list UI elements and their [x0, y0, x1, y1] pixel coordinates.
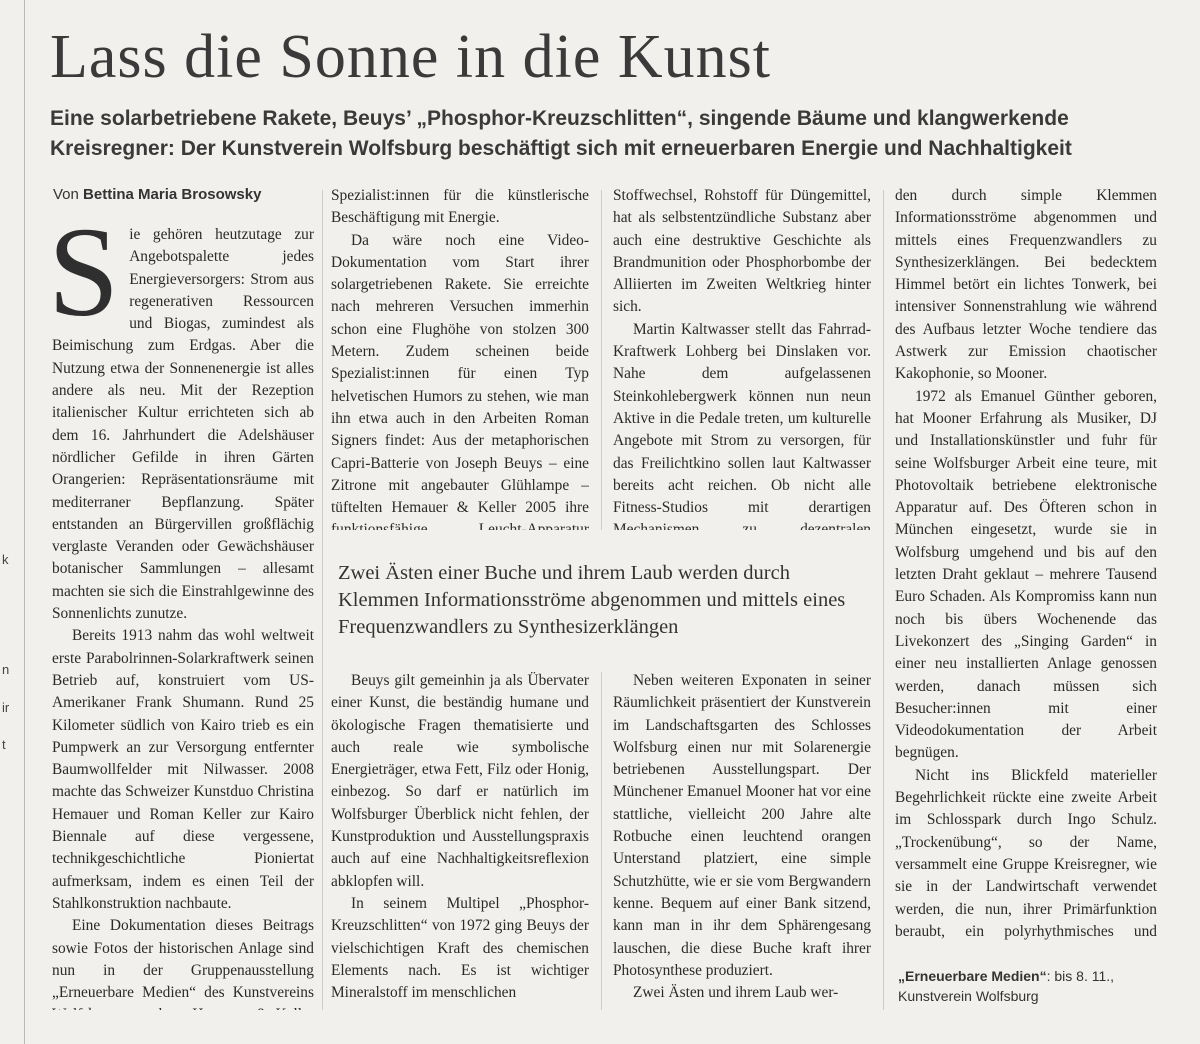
paragraph: Neben weiteren Exponaten in seiner Räuml…	[613, 672, 871, 979]
paragraph: Da wäre noch eine Video-Dokumentation vo…	[331, 231, 589, 530]
headline: Lass die Sonne in die Kunst	[50, 23, 771, 91]
paragraph: den durch simple Klemmen Informationsstr…	[895, 187, 1157, 383]
margin-fragment: n	[2, 662, 10, 677]
paragraph: Zwei Ästen und ihrem Laub wer-	[633, 984, 839, 1002]
exhibition-venue: Kunstverein Wolfsburg	[898, 988, 1039, 1004]
exhibition-dates: : bis 8. 11.,	[1046, 968, 1115, 984]
paragraph: Bereits 1913 nahm das wohl weltweit erst…	[52, 627, 314, 912]
column-rule-1	[322, 190, 323, 1010]
left-page-border	[24, 0, 25, 1044]
pull-quote: Zwei Ästen einer Buche und ihrem Laub we…	[338, 562, 846, 638]
paragraph: Eine Dokumentation dieses Beitrags sowie…	[52, 917, 314, 1010]
lead-paragraph: Sie gehören heutzutage zur Angebotspalet…	[52, 224, 314, 625]
paragraph: Spezialist:innen für die künstlerische B…	[331, 187, 589, 227]
article-column-3-top: Stoffwechsel, Rohstoff für Düngemittel, …	[613, 185, 871, 530]
paragraph: Beuys gilt gemeinhin ja als Übervater ei…	[331, 672, 589, 890]
margin-fragment: k	[2, 552, 9, 567]
margin-fragment: t	[2, 737, 6, 752]
column-rule-4	[601, 672, 602, 1010]
article-column-3-bottom: Neben weiteren Exponaten in seiner Räuml…	[613, 670, 871, 1010]
subheadline: Eine solarbetriebene Rakete, Beuys’ „Pho…	[50, 107, 1072, 160]
byline: Von Bettina Maria Brosowsky	[53, 186, 261, 203]
paragraph: In seinem Multipel „Phosphor-Kreuzschlit…	[331, 894, 589, 1002]
paragraph: Nicht ins Blickfeld materieller Begehrli…	[895, 766, 1157, 940]
article-column-2-top: Spezialist:innen für die künstlerische B…	[331, 185, 589, 530]
byline-prefix: Von	[53, 186, 79, 203]
paragraph: Stoffwechsel, Rohstoff für Düngemittel, …	[613, 187, 871, 316]
exhibition-info: „Erneuerbare Medien“: bis 8. 11., Kunstv…	[898, 966, 1158, 1006]
drop-cap: S	[52, 224, 120, 343]
article-column-4: den durch simple Klemmen Informationsstr…	[895, 185, 1157, 945]
paragraph: 1972 als Emanuel Günther geboren, hat Mo…	[895, 387, 1157, 762]
article-column-2-bottom: Beuys gilt gemeinhin ja als Übervater ei…	[331, 670, 589, 1010]
margin-fragment: ir	[2, 700, 10, 715]
exhibition-title: „Erneuerbare Medien“	[898, 968, 1047, 984]
paragraph: Martin Kaltwasser stellt das Fahrrad-Kra…	[613, 320, 871, 530]
article-column-1: Sie gehören heutzutage zur Angebotspalet…	[52, 224, 314, 1010]
byline-author: Bettina Maria Brosowsky	[83, 186, 262, 203]
column-rule-3	[883, 190, 884, 1010]
column-rule-2	[601, 190, 602, 530]
